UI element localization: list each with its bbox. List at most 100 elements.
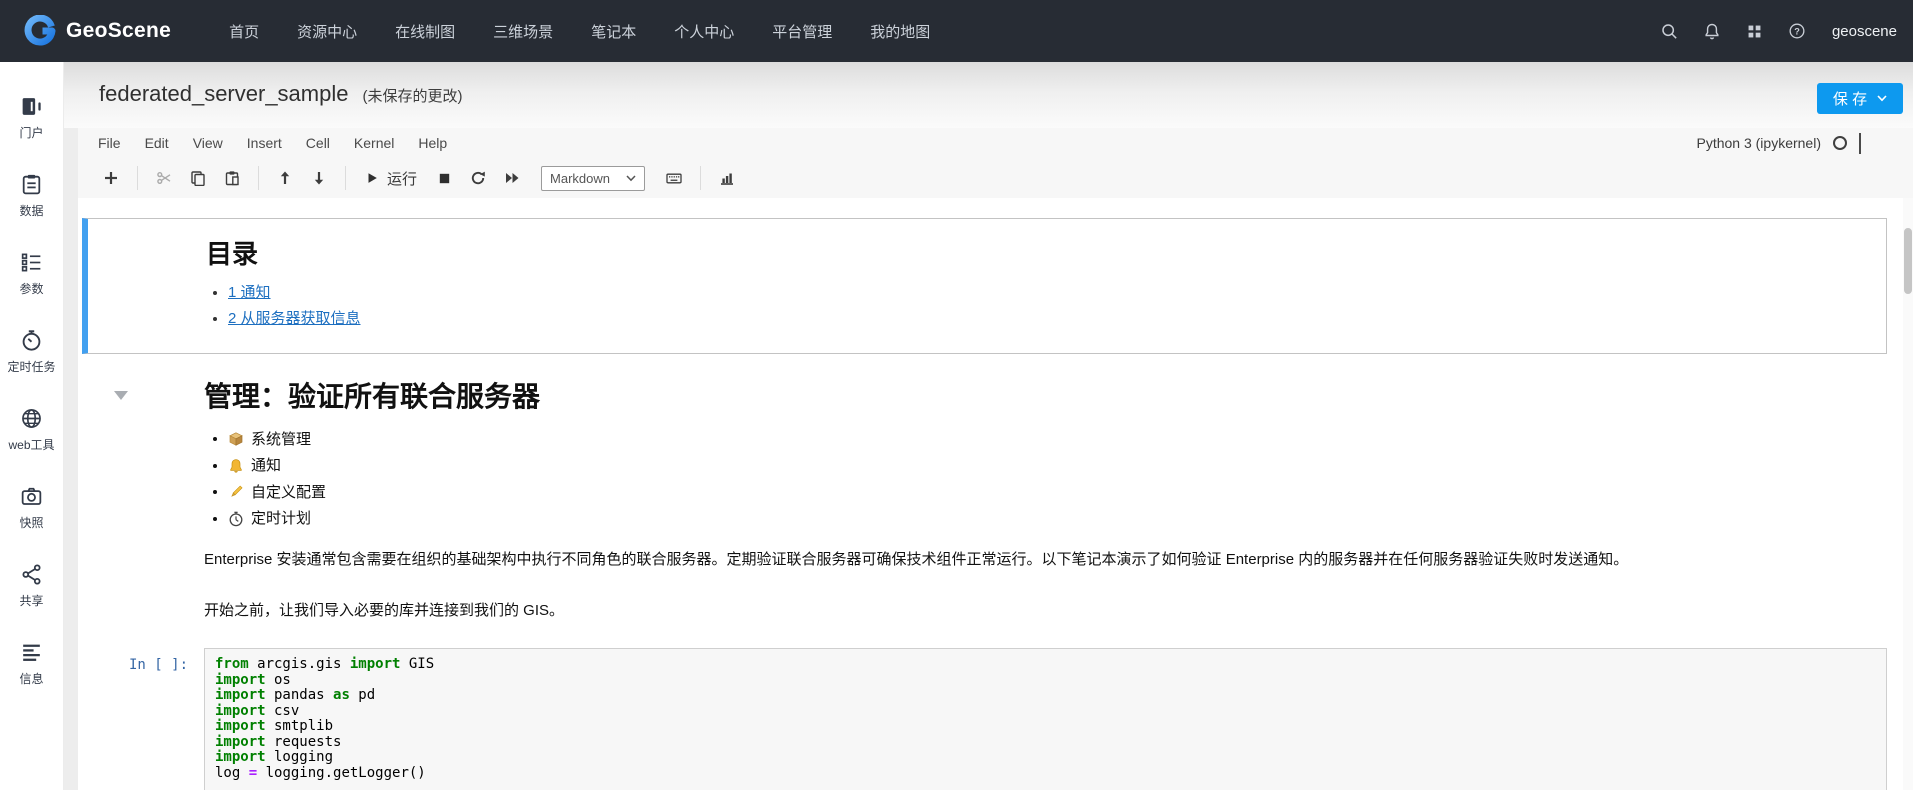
plus-icon [105,172,117,184]
geoscene-logo-icon [24,15,56,47]
copy-cell-button[interactable] [181,164,215,192]
kernel-name: Python 3 (ipykernel) [1696,135,1821,151]
sidebar-label: 快照 [19,516,44,530]
sidebar-item-parameters[interactable]: 参数 [19,250,44,297]
sidebar-item-web-tools[interactable]: web工具 [8,406,55,453]
nav-item-platform-admin[interactable]: 平台管理 [772,21,832,42]
run-button-label: 运行 [387,170,418,188]
top-navigation: 首页 资源中心 在线制图 三维场景 笔记本 个人中心 平台管理 我的地图 [229,21,930,42]
sidebar-item-portal[interactable]: 门户 [19,94,44,141]
sidebar-label: 信息 [19,672,44,686]
search-icon[interactable] [1659,21,1679,41]
sidebar-label: 定时任务 [7,360,56,374]
code-editor[interactable]: from arcgis.gis import GIS import os impor… [204,648,1887,790]
sidebar-label: 数据 [19,204,44,218]
menu-kernel[interactable]: Kernel [354,135,394,151]
nav-item-my-maps[interactable]: 我的地图 [870,21,930,42]
sidebar-item-info[interactable]: 信息 [19,640,44,687]
notebook-cells: 目录 1 通知 2 从服务器获取信息 管理：验证所有联合服务器 [82,218,1887,790]
input-prompt: In [ ]: [129,657,189,674]
interrupt-kernel-button[interactable] [427,164,461,192]
paste-cell-button[interactable] [215,164,249,192]
notifications-bell-icon[interactable] [1702,21,1722,41]
sidebar-item-data[interactable]: 数据 [19,172,44,219]
sidebar-label: 参数 [19,282,44,296]
menu-view[interactable]: View [193,135,223,151]
sidebar-item-share[interactable]: 共享 [19,562,44,609]
save-button[interactable]: 保 存 [1817,83,1903,114]
scrollbar-track[interactable] [1903,198,1913,790]
menu-help[interactable]: Help [418,135,447,151]
run-cell-button[interactable]: 运行 [355,168,427,189]
svg-text:?: ? [1794,27,1800,37]
cut-cell-button[interactable] [147,164,181,192]
fast-forward-icon [506,173,519,183]
snapshot-icon [21,487,42,505]
nav-item-online-mapping[interactable]: 在线制图 [395,21,455,42]
code-cell[interactable]: In [ ]: from arcgis.gis import GIS import… [82,648,1887,790]
restart-run-all-button[interactable] [495,164,529,192]
sidebar-label: 门户 [19,126,44,140]
play-icon [368,173,377,183]
cell-type-select[interactable]: Markdown [541,165,646,191]
copy-icon [191,171,205,186]
box-icon [229,432,243,446]
apps-grid-icon[interactable] [1745,22,1764,41]
notebook-panel: File Edit View Insert Cell Kernel Help P… [78,128,1913,790]
help-icon[interactable]: ? [1787,21,1807,41]
nav-item-notebook[interactable]: 笔记本 [591,21,636,42]
collapse-heading-caret-icon[interactable] [114,391,128,400]
arrow-down-icon [314,172,324,185]
toc-list-item: 2 从服务器获取信息 [228,307,1866,328]
move-cell-up-button[interactable] [268,164,302,192]
sidebar-item-snapshot[interactable]: 快照 [19,484,44,531]
info-icon [23,644,40,661]
keyboard-shortcuts-button[interactable] [657,164,691,192]
nav-item-resource-center[interactable]: 资源中心 [297,21,357,42]
menu-edit[interactable]: Edit [145,135,169,151]
notebook-menubar: File Edit View Insert Cell Kernel Help P… [78,128,1913,158]
toc-list: 1 通知 2 从服务器获取信息 [228,281,1866,328]
list-item: 定时计划 [228,508,1867,530]
web-tools-icon [22,409,41,428]
menu-file[interactable]: File [98,135,121,151]
toc-link-notifications[interactable]: 1 通知 [228,284,271,301]
geoscene-logo[interactable]: GeoScene [24,15,171,47]
brand-name: GeoScene [66,19,172,42]
list-item: 自定义配置 [228,481,1867,503]
cell-type-selected: Markdown [550,170,610,186]
clock-icon [229,511,243,526]
menu-cell[interactable]: Cell [306,135,330,151]
username[interactable]: geoscene [1832,23,1897,40]
notebook-title: federated_server_sample [99,81,349,106]
nav-item-3d-scene[interactable]: 三维场景 [493,21,553,42]
arrow-up-icon [280,171,290,184]
topbar-right: ? geoscene [1659,21,1897,41]
toc-cell[interactable]: 目录 1 通知 2 从服务器获取信息 [82,218,1887,354]
add-cell-button[interactable] [94,164,128,192]
sidebar-item-scheduled-tasks[interactable]: 定时任务 [7,328,56,375]
stop-icon [439,173,449,183]
toc-link-get-server-info[interactable]: 2 从服务器获取信息 [228,310,361,327]
markdown-cell[interactable]: 管理：验证所有联合服务器 系统管理 [82,354,1887,622]
toolbar-separator [700,166,702,190]
restart-kernel-button[interactable] [461,164,495,192]
save-button-label: 保 存 [1832,91,1868,108]
page-header: federated_server_sample (未保存的更改) 保 存 [64,62,1913,128]
list-item: 系统管理 [228,428,1867,450]
menu-insert[interactable]: Insert [247,135,282,151]
nav-item-personal-center[interactable]: 个人中心 [674,21,734,42]
parameters-icon [21,253,41,272]
move-cell-down-button[interactable] [302,164,336,192]
main-area: federated_server_sample (未保存的更改) 保 存 Fil… [64,62,1913,790]
toc-title: 目录 [206,239,259,269]
keyboard-icon [666,173,682,184]
chevron-down-icon [1877,95,1887,102]
insert-chart-button[interactable] [710,164,744,192]
scheduled-tasks-icon [22,330,41,351]
scrollbar-thumb[interactable] [1904,228,1912,294]
nav-item-home[interactable]: 首页 [229,21,259,42]
toolbar-separator [345,166,346,190]
toolbar-separator [258,166,259,190]
kernel-idle-icon [1833,136,1847,150]
